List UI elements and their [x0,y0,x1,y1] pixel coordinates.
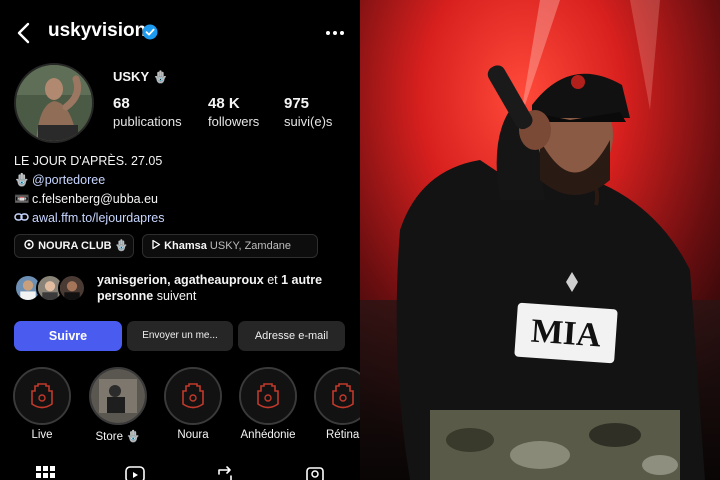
mutual-text: yanisgerion, agatheauproux et 1 autre pe… [97,272,357,304]
message-button[interactable]: Envoyer un me... [127,321,233,351]
profile-bio: LE JOUR D'APRÈS. 27.05 🪬 @portedoree 📼 c.f… [14,152,354,228]
mutual-connector: et [267,273,278,287]
shirt-logo-text: MIA [530,313,603,355]
club-chip[interactable]: NOURA CLUB 🪬 [14,234,134,258]
grid-icon[interactable] [34,464,56,480]
bio-mention-line: 🪬 @portedoree [14,171,354,190]
tagged-icon[interactable] [304,464,326,480]
highlight-live[interactable] [13,367,71,425]
hamsa-icon [15,369,69,423]
bio-email-line: 📼 c.felsenberg@ubba.eu [14,190,354,209]
external-link[interactable]: awal.ffm.to/lejourdapres [32,211,164,225]
more-horizontal-icon[interactable] [322,22,348,44]
stat-label: followers [208,114,260,129]
link-icon [14,209,32,228]
hamsa-icon [166,369,220,423]
music-title: Khamsa [164,240,207,252]
hamsa-icon [241,369,295,423]
stat-label: suivi(e)s [284,114,333,129]
email-button[interactable]: Adresse e-mail [238,321,345,351]
highlight-label: Rétina [326,429,360,441]
verified-badge-icon [142,24,158,40]
stat-publications[interactable]: 68 publications [113,95,182,129]
bio-email: c.felsenberg@ubba.eu [32,192,158,206]
cassette-emoji: 📼 [14,192,30,206]
threads-icon [24,239,34,250]
stat-followers[interactable]: 48 K followers [208,95,259,129]
mutual-followers[interactable]: yanisgerion, agatheauproux et 1 autre pe… [14,272,354,308]
follow-button[interactable]: Suivre [14,321,122,351]
mention-link[interactable]: @portedoree [32,173,105,187]
stat-value: 68 [113,95,130,112]
store-thumbnail [91,369,145,423]
bio-headline: LE JOUR D'APRÈS. 27.05 [14,154,163,168]
mutual-names: yanisgerion, agatheauproux [97,273,264,287]
stat-label: publications [113,114,182,129]
profile-username: uskyvision [48,20,147,41]
highlight-noura[interactable] [164,367,222,425]
stat-following[interactable]: 975 suivi(e)s [284,95,332,129]
follower-avatar [58,274,86,302]
reels-icon[interactable] [124,464,146,480]
hamsa-emoji: 🪬 [114,240,129,252]
stat-value: 48 K [208,95,240,112]
highlight-anhedonie[interactable] [239,367,297,425]
top-bar: uskyvision [0,14,360,52]
highlight-label: Noura [177,429,209,441]
music-chip[interactable]: Khamsa USKY, Zamdane [142,234,318,258]
hamsa-icon [316,369,360,423]
highlight-store[interactable] [89,367,147,425]
highlight-label: Store 🪬 [95,431,141,443]
chevron-left-icon[interactable] [14,20,36,46]
highlight-retina[interactable] [314,367,360,425]
concert-photo: MIA [360,0,720,480]
stat-value: 975 [284,95,310,112]
display-name: USKY 🪬 [113,69,169,84]
club-label: NOURA CLUB [38,240,112,252]
play-icon [152,239,161,250]
profile-panel: uskyvision USKY 🪬 68 publications 48 K fo… [0,0,360,480]
profile-avatar[interactable] [14,63,94,143]
hamsa-emoji: 🪬 [14,173,30,187]
reposts-icon[interactable] [214,464,236,480]
bio-link-line: awal.ffm.to/lejourdapres [14,209,354,228]
highlight-label: Live [31,429,53,441]
music-artists: USKY, Zamdane [209,240,292,252]
highlight-label: Anhédonie [240,429,296,441]
hamsa-emoji: 🪬 [153,70,169,84]
mutual-suffix: suivent [156,289,197,303]
